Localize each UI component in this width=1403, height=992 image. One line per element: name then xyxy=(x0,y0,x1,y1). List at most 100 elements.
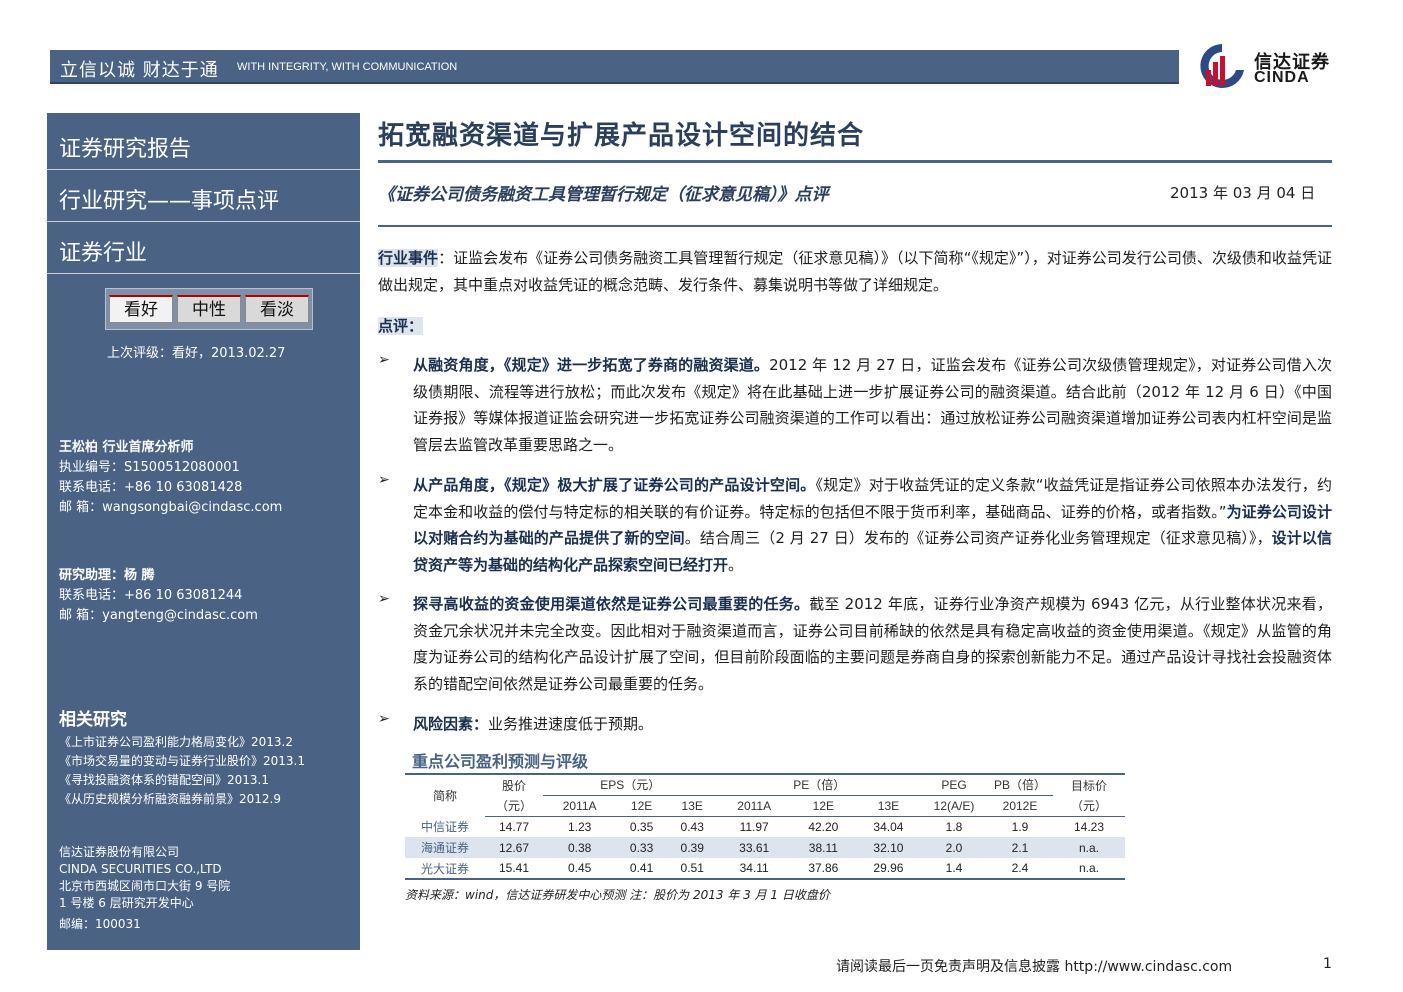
cell: n.a. xyxy=(1053,858,1125,880)
table-row: 海通证券 12.67 0.38 0.33 0.39 33.61 38.11 32… xyxy=(405,837,1125,858)
table-title: 重点公司盈利预测与评级 xyxy=(412,752,589,771)
event-text: ：证监会发布《证券公司债务融资工具管理暂行规定（征求意见稿）》（以下简称“《规定… xyxy=(378,249,1332,294)
related-item: 《上市证券公司盈利能力格局变化》2013.2 xyxy=(59,735,293,749)
cell: 14.23 xyxy=(1073,819,1105,834)
arrow-bullet-icon: ➢ xyxy=(378,472,390,488)
cell: 38.11 xyxy=(790,837,856,858)
col-header-eps: EPS（元） xyxy=(543,773,718,796)
cell: 1.9 xyxy=(1011,819,1029,834)
table-row: 光大证券 15.41 0.45 0.41 0.51 34.11 37.86 29… xyxy=(405,858,1125,880)
col-sub-eps-13e: 13E xyxy=(666,795,718,817)
bullet-text: 探寻高收益的资金使用渠道依然是证券公司最重要的任务。截至 2012 年底，证券行… xyxy=(413,591,1332,697)
cell: 12.67 xyxy=(485,837,543,858)
cell: 0.33 xyxy=(616,837,667,858)
arrow-bullet-icon: ➢ xyxy=(378,711,390,727)
rating-selector: 看好 中性 看淡 xyxy=(105,288,313,330)
cell: 0.39 xyxy=(666,837,718,858)
cell: 2.0 xyxy=(921,837,987,858)
email-label: 邮 箱： xyxy=(59,608,103,623)
analyst-license: 执业编号：S1500512080001 xyxy=(59,460,240,475)
bullet-body-2: 。结合周三（2 月 27 日）发布的《证券公司资产证券化业务管理规定（征求意见稿… xyxy=(684,529,1272,547)
cell: 1.23 xyxy=(567,819,592,834)
sidebar-divider xyxy=(47,169,360,170)
earnings-forecast-table: 简称 股价 EPS（元） PE（倍） PEG PB（倍） 目标价 （元） 201… xyxy=(405,773,1125,880)
analyst-contact: 王松柏 行业首席分析师 执业编号：S1500512080001 联系电话：+86… xyxy=(59,438,282,518)
company-address-2: 1 号楼 6 层研究开发中心 xyxy=(59,896,194,910)
company-info: 信达证券股份有限公司 CINDA SECURITIES CO.,LTD 北京市西… xyxy=(59,844,230,933)
cell: 11.97 xyxy=(739,819,769,834)
company-name-cn: 信达证券股份有限公司 xyxy=(59,845,180,859)
subtitle-divider xyxy=(378,225,1332,227)
title-divider xyxy=(378,160,1332,163)
cell: 0.35 xyxy=(629,819,654,834)
assistant-contact: 研究助理：杨 腾 联系电话：+86 10 63081244 邮 箱：yangte… xyxy=(59,566,258,626)
col-header-pe: PE（倍） xyxy=(717,773,921,796)
related-item: 《寻找投融资体系的错配空间》2013.1 xyxy=(59,773,269,787)
company-postcode: 邮编：100031 xyxy=(59,917,141,931)
cell: 15.41 xyxy=(485,858,543,880)
event-label: 行业事件 xyxy=(378,249,439,267)
cell: 1.8 xyxy=(945,819,963,834)
bullet-text: 从融资角度，《规定》进一步拓宽了券商的融资渠道。2012 年 12 月 27 日… xyxy=(413,352,1332,458)
sidebar-divider xyxy=(47,273,360,274)
company-address-1: 北京市西城区闹市口大街 9 号院 xyxy=(59,879,231,893)
related-research-list: 《上市证券公司盈利能力格局变化》2013.2 《市场交易量的变动与证券行业股价》… xyxy=(59,733,305,809)
arrow-bullet-icon: ➢ xyxy=(378,591,390,607)
report-date: 2013 年 03 月 04 日 xyxy=(1170,184,1316,202)
bullet-body: 业务推进速度低于预期。 xyxy=(488,715,654,733)
col-header-name: 简称 xyxy=(405,773,485,816)
page-number: 1 xyxy=(1323,956,1332,972)
slogan-cn: 立信以诚 财达于通 xyxy=(60,60,219,81)
col-sub-eps-12e: 12E xyxy=(616,795,667,817)
col-header-peg: PEG xyxy=(921,773,987,796)
cell: 0.45 xyxy=(543,858,617,880)
table-header-row: （元） 2011A 12E 13E 2011A 12E 13E 12(A/E) … xyxy=(405,795,1125,817)
email-label: 邮 箱： xyxy=(59,500,103,515)
cell: 42.20 xyxy=(808,819,839,834)
col-sub-target-unit: （元） xyxy=(1053,795,1125,817)
bullet-body-3: 。 xyxy=(728,555,744,574)
col-header-pb: PB（倍） xyxy=(987,773,1053,796)
cell: 0.51 xyxy=(666,858,718,880)
arrow-bullet-icon: ➢ xyxy=(378,352,390,368)
analyst-phone: 联系电话：+86 10 63081428 xyxy=(59,480,243,495)
col-sub-pe-2011a: 2011A xyxy=(717,795,791,817)
cell-company: 中信证券 xyxy=(420,820,469,834)
col-header-price: 股价 xyxy=(485,773,543,795)
cell: 32.10 xyxy=(855,837,921,858)
bullet-lead: 从产品角度，《规定》极大扩展了证券公司的产品设计空间。 xyxy=(413,476,816,494)
industry-name: 证券行业 xyxy=(59,241,148,266)
col-sub-pb: 2012E xyxy=(987,795,1053,817)
col-sub-pe-12e: 12E xyxy=(790,795,856,817)
analyst-email[interactable]: wangsongbai@cindasc.com xyxy=(102,500,282,515)
comment-label: 点评： xyxy=(378,317,424,335)
footer-disclaimer[interactable]: 请阅读最后一页免责声明及信息披露 http://www.cindasc.com xyxy=(836,956,1232,976)
assistant-phone: 联系电话：+86 10 63081244 xyxy=(59,588,243,603)
bullet-text: 风险因素：业务推进速度低于预期。 xyxy=(413,711,1332,738)
sidebar-divider xyxy=(47,221,360,222)
cell: 2.1 xyxy=(987,837,1053,858)
company-name-en: CINDA SECURITIES CO.,LTD xyxy=(59,862,222,876)
assistant-email-line: 邮 箱：yangteng@cindasc.com xyxy=(59,606,258,626)
cell: 1.4 xyxy=(921,858,987,880)
analyst-name: 王松柏 行业首席分析师 xyxy=(59,440,194,455)
assistant-name: 研究助理：杨 腾 xyxy=(59,568,155,583)
sidebar: 证券研究报告 行业研究——事项点评 证券行业 看好 中性 看淡 上次评级：看好，… xyxy=(47,113,360,950)
last-rating: 上次评级：看好，2013.02.27 xyxy=(107,346,286,361)
industry-event-paragraph: 行业事件：证监会发布《证券公司债务融资工具管理暂行规定（征求意见稿）》（以下简称… xyxy=(378,245,1332,298)
table-source-note: 资料来源：wind，信达证券研发中心预测 注：股价为 2013 年 3 月 1 … xyxy=(405,888,830,902)
cell-company: 光大证券 xyxy=(405,858,485,880)
bullet-lead: 从融资角度，《规定》进一步拓宽了券商的融资渠道。 xyxy=(413,356,770,374)
assistant-email[interactable]: yangteng@cindasc.com xyxy=(102,608,258,623)
col-sub-price-unit: （元） xyxy=(485,795,543,817)
cell: 0.43 xyxy=(680,819,704,834)
table-header-row: 简称 股价 EPS（元） PE（倍） PEG PB（倍） 目标价 xyxy=(405,773,1125,816)
cell: 34.11 xyxy=(717,858,791,880)
rating-positive: 看好 xyxy=(109,295,173,323)
related-research-title: 相关研究 xyxy=(59,710,127,730)
report-subtitle: 《证券公司债务融资工具管理暂行规定（征求意见稿）》点评 xyxy=(378,185,829,205)
cell: n.a. xyxy=(1053,837,1125,858)
rating-neutral: 中性 xyxy=(177,295,241,323)
cell: 2.4 xyxy=(987,858,1053,880)
cell: 34.04 xyxy=(873,819,904,834)
